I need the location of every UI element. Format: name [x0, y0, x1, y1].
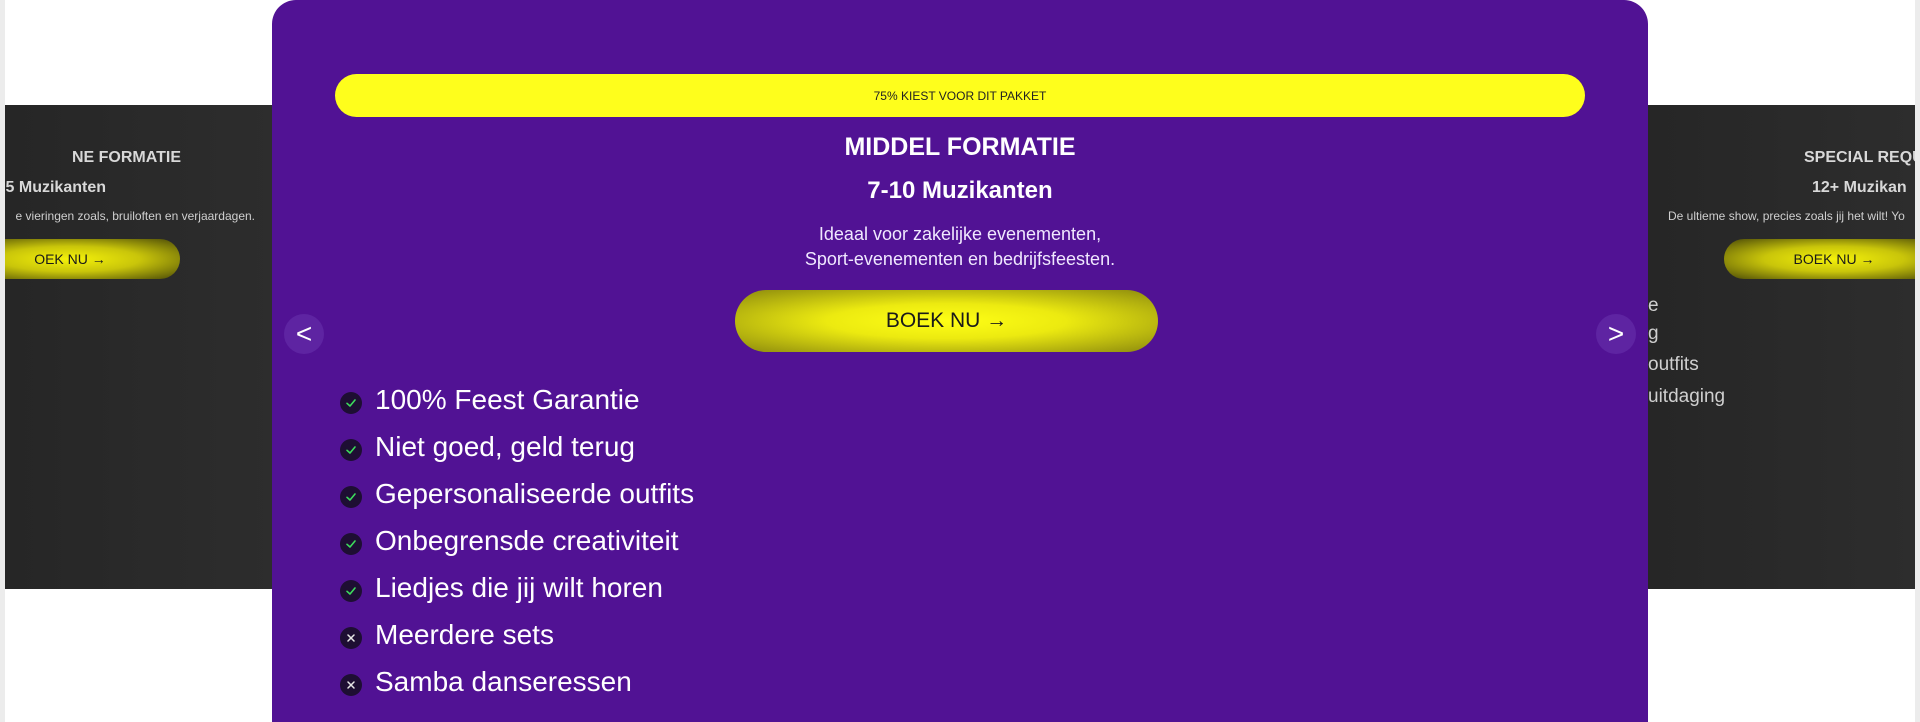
feature-item: e	[1648, 295, 1659, 316]
feature-item: uitdaging	[1648, 386, 1726, 407]
feature-item: Meerdere sets	[340, 611, 694, 658]
feature-item: Samba danseressen	[340, 658, 694, 705]
book-now-button[interactable]: BOEK NU →	[1724, 239, 1915, 279]
package-title: SPECIAL REQU	[1804, 149, 1915, 166]
package-description: e vieringen zoals, bruiloften en verjaar…	[15, 209, 255, 223]
check-icon	[340, 579, 362, 602]
popular-banner: 75% KIEST VOOR DIT PAKKET	[335, 74, 1585, 117]
package-musicians: 5 Muzikanten	[5, 179, 106, 196]
feature-label: Gepersonaliseerde outfits	[375, 477, 695, 509]
feature-label: Liedjes die jij wilt horen	[375, 571, 663, 603]
package-card-featured: 75% KIEST VOOR DIT PAKKET MIDDEL FORMATI…	[272, 0, 1648, 722]
package-card-right[interactable]: SPECIAL REQU 12+ Muzikan De ultieme show…	[1648, 105, 1915, 589]
check-icon	[340, 391, 362, 414]
package-title: NE FORMATIE	[71, 149, 181, 166]
package-card-left[interactable]: NE FORMATIE 5 Muzikanten e vieringen zoa…	[5, 105, 275, 589]
package-title: MIDDEL FORMATIE	[844, 133, 1076, 161]
carousel-next-button[interactable]: >	[1596, 314, 1636, 354]
carousel-prev-button[interactable]: <	[284, 314, 324, 354]
package-musicians: 7-10 Muzikanten	[867, 177, 1053, 204]
feature-item: Onbegrensde creativiteit	[340, 517, 694, 564]
check-icon	[340, 485, 362, 508]
book-now-button[interactable]: OEK NU →	[5, 239, 180, 279]
check-icon	[340, 532, 362, 555]
feature-label: Meerdere sets	[375, 618, 554, 650]
feature-item: outfits	[1648, 354, 1699, 375]
cross-icon	[340, 673, 362, 696]
feature-item: g	[1648, 323, 1659, 344]
description-line-1: Ideaal voor zakelijke evenementen,	[818, 224, 1102, 244]
cross-icon	[340, 626, 362, 649]
check-icon	[340, 438, 362, 461]
feature-label: Niet goed, geld terug	[375, 430, 635, 462]
book-now-button[interactable]: BOEK NU →	[735, 290, 1158, 352]
feature-item: Liedjes die jij wilt horen	[340, 564, 694, 611]
right-edge-border	[1915, 0, 1920, 722]
feature-item: 100% Feest Garantie	[340, 376, 694, 423]
description-line-2: Sport-evenementen en bedrijfsfeesten.	[804, 249, 1116, 269]
feature-list: 100% Feest Garantie Niet goed, geld teru…	[340, 376, 694, 705]
feature-label: Onbegrensde creativiteit	[375, 524, 679, 556]
package-description: Ideaal voor zakelijke evenementen, Sport…	[272, 222, 1648, 272]
pricing-carousel: NE FORMATIE 5 Muzikanten e vieringen zoa…	[0, 0, 1920, 722]
feature-item: Gepersonaliseerde outfits	[340, 470, 694, 517]
package-musicians: 12+ Muzikan	[1812, 179, 1907, 196]
package-description: De ultieme show, precies zoals jij het w…	[1668, 209, 1905, 223]
feature-item: Niet goed, geld terug	[340, 423, 694, 470]
feature-label: Samba danseressen	[375, 665, 632, 697]
feature-label: 100% Feest Garantie	[375, 383, 640, 415]
